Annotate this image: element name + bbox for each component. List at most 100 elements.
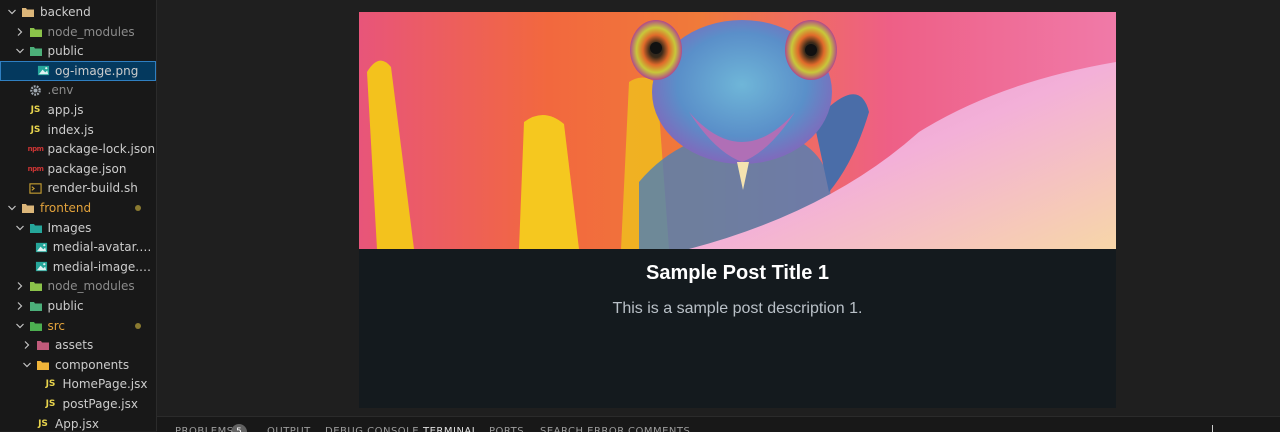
tree-item-label: public bbox=[47, 44, 84, 59]
panel-tabbar: 5 PROBLEMS OUTPUT DEBUG CONSOLE TERMINAL POR… bbox=[157, 416, 1280, 432]
folder-open-icon bbox=[21, 201, 35, 215]
panel-tab-ports[interactable]: PORTS bbox=[489, 426, 524, 432]
tree-item-app-jsx[interactable]: JS App.jsx bbox=[0, 414, 156, 431]
chevron-down-icon bbox=[6, 6, 18, 18]
tree-item-label: package.json bbox=[47, 161, 127, 176]
tree-item-label: node_modules bbox=[47, 24, 135, 39]
tree-item-homepage-jsx[interactable]: JS HomePage.jsx bbox=[0, 374, 156, 394]
tree-item-node-modules[interactable]: node_modules bbox=[0, 276, 156, 296]
javascript-file-icon: JS bbox=[30, 124, 41, 135]
tree-item-medial-image-we[interactable]: medial-image.we... bbox=[0, 257, 156, 277]
tree-item-node-modules[interactable]: node_modules bbox=[0, 22, 156, 42]
chevron-right-icon bbox=[14, 26, 26, 38]
tree-item-label: HomePage.jsx bbox=[62, 377, 148, 392]
chevron-right-icon bbox=[21, 339, 33, 351]
tree-item-label: frontend bbox=[40, 201, 92, 215]
tree-item-label: .env bbox=[47, 83, 74, 98]
tree-item-label: postPage.jsx bbox=[62, 397, 138, 411]
tree-item-package-json[interactable]: npm package.json bbox=[0, 159, 156, 179]
modified-dot-icon bbox=[135, 205, 141, 211]
node-modules-folder-icon bbox=[29, 279, 43, 293]
images-folder-icon bbox=[29, 221, 43, 235]
components-folder-icon bbox=[36, 358, 50, 372]
tree-item-app-js[interactable]: JS app.js bbox=[0, 100, 156, 120]
tree-item-label: assets bbox=[55, 338, 94, 353]
javascript-file-icon: JS bbox=[45, 399, 56, 409]
tree-item-public[interactable]: public bbox=[0, 41, 156, 61]
tree-item-components[interactable]: components bbox=[0, 355, 156, 375]
tree-item-label: index.js bbox=[47, 122, 94, 137]
node-modules-folder-icon bbox=[29, 25, 43, 39]
src-folder-icon bbox=[29, 319, 43, 333]
preview-area: Sample Post Title 1 This is a sample pos… bbox=[157, 0, 1280, 416]
tree-item-src[interactable]: src bbox=[0, 316, 156, 336]
npm-file-icon: npm bbox=[27, 164, 44, 173]
tree-item-label: App.jsx bbox=[55, 416, 99, 431]
post-title: Sample Post Title 1 bbox=[645, 262, 830, 284]
panel-tab-terminal[interactable]: TERMINAL bbox=[423, 426, 478, 432]
folder-open-icon bbox=[21, 5, 35, 19]
panel-tab-comments[interactable]: COMMENTS bbox=[628, 426, 690, 432]
tree-item-label: public bbox=[47, 299, 84, 313]
tree-item-medial-avatar-we[interactable]: medial-avatar.we... bbox=[0, 237, 156, 257]
npm-file-icon: npm bbox=[27, 145, 44, 154]
post-card[interactable]: Sample Post Title 1 This is a sample pos… bbox=[359, 12, 1116, 408]
tree-item-label: src bbox=[47, 318, 66, 333]
tree-item-assets[interactable]: assets bbox=[0, 335, 156, 355]
panel-tab-problems[interactable]: PROBLEMS bbox=[175, 426, 234, 432]
tree-item-render-build-sh[interactable]: render-build.sh bbox=[0, 178, 156, 198]
modified-dot-icon bbox=[135, 322, 141, 329]
javascript-file-icon: JS bbox=[38, 418, 48, 429]
tree-item-label: app.js bbox=[47, 103, 84, 117]
panel-tab-search-error[interactable]: SEARCH ERROR bbox=[540, 426, 625, 432]
tree-item-label: package-lock.json bbox=[47, 142, 156, 157]
javascript-file-icon: JS bbox=[30, 105, 41, 115]
javascript-file-icon: JS bbox=[45, 379, 56, 390]
tree-item-images[interactable]: Images bbox=[0, 218, 156, 238]
chevron-down-icon bbox=[6, 202, 18, 214]
panel-tab-output[interactable]: OUTPUT bbox=[267, 426, 311, 432]
tree-item-label: og-image.png bbox=[55, 63, 139, 78]
tree-item-label: Images bbox=[47, 220, 92, 235]
chevron-down-icon bbox=[14, 45, 26, 57]
tree-item-label: render-build.sh bbox=[47, 181, 138, 196]
tree-item-label: components bbox=[55, 357, 130, 372]
tree-item-index-js[interactable]: JS index.js bbox=[0, 120, 156, 140]
public-folder-icon bbox=[29, 299, 43, 313]
chevron-down-icon bbox=[14, 222, 26, 234]
tree-item-postpage-jsx[interactable]: JS postPage.jsx bbox=[0, 394, 156, 414]
public-folder-icon bbox=[29, 44, 43, 58]
image-file-icon bbox=[36, 64, 50, 78]
post-hero-image bbox=[359, 12, 1116, 249]
panel-tab-debug-console[interactable]: DEBUG CONSOLE bbox=[325, 426, 419, 432]
tree-item-label: node_modules bbox=[47, 279, 135, 294]
tree-item--env[interactable]: .env bbox=[0, 80, 156, 100]
tree-item-package-lock-json[interactable]: npm package-lock.json bbox=[0, 139, 156, 159]
explorer-sidebar: backend node_modules public og-image.png .en… bbox=[0, 0, 157, 431]
chevron-down-icon bbox=[21, 359, 33, 371]
tree-item-public[interactable]: public bbox=[0, 296, 156, 316]
tree-item-label: backend bbox=[40, 5, 91, 19]
chameleon-image bbox=[359, 12, 1116, 249]
image-file-icon bbox=[35, 260, 48, 274]
shell-script-icon bbox=[29, 181, 43, 195]
tree-item-backend[interactable]: backend bbox=[0, 2, 156, 22]
tree-item-frontend[interactable]: frontend bbox=[0, 198, 156, 218]
chevron-right-icon bbox=[14, 300, 26, 312]
chevron-right-icon bbox=[14, 280, 26, 292]
post-description: This is a sample post description 1. bbox=[612, 300, 863, 317]
assets-folder-icon bbox=[36, 338, 50, 352]
tree-item-og-image-png[interactable]: og-image.png bbox=[0, 60, 156, 81]
chevron-down-icon bbox=[14, 320, 26, 332]
tree-item-label: medial-avatar.we... bbox=[52, 240, 156, 255]
